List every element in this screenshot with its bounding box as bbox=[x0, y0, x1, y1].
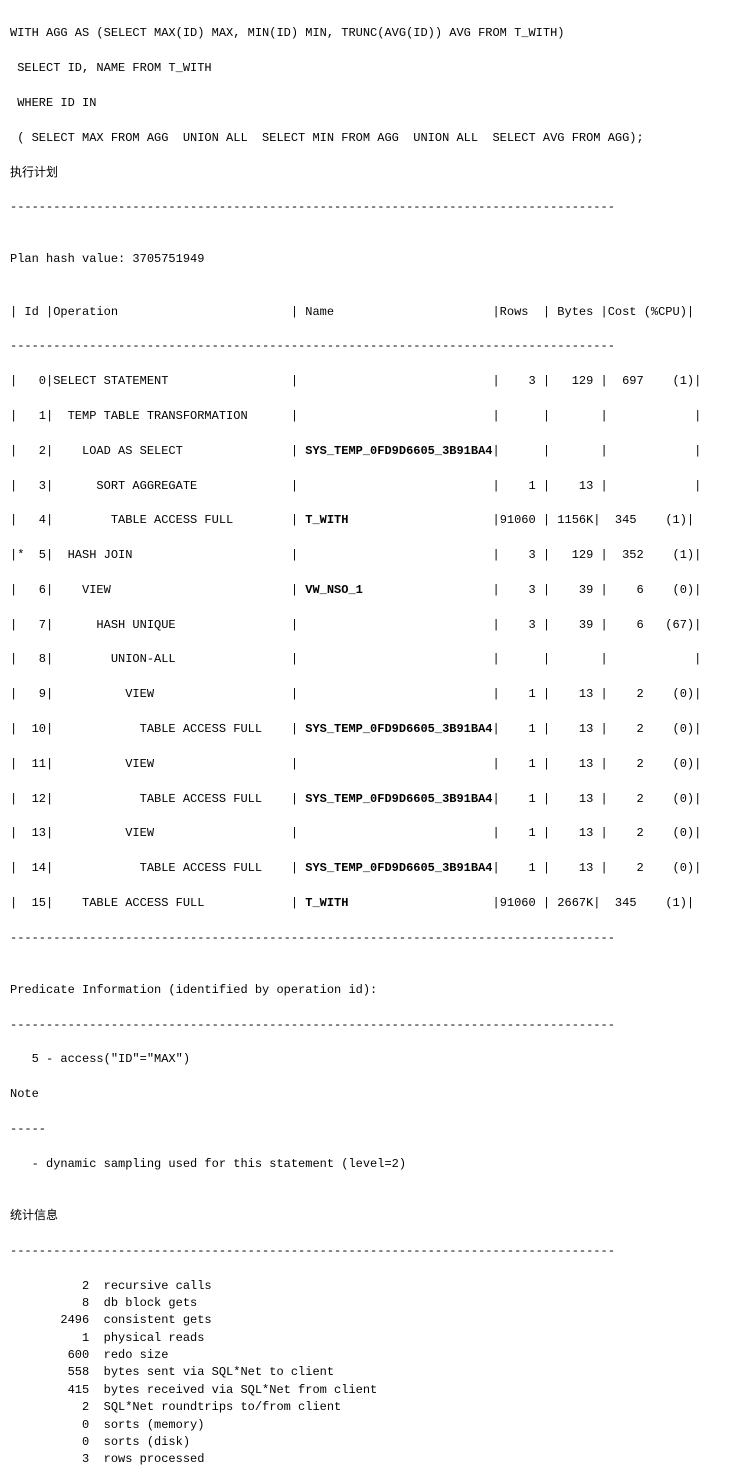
table-row-3: | 3| SORT AGGREGATE | | 1 | 13 | | bbox=[10, 479, 701, 493]
stats-header: 统计信息 bbox=[10, 1209, 58, 1223]
stats-divider: ----------------------------------------… bbox=[10, 1244, 615, 1258]
main-content: WITH AGG AS (SELECT MAX(ID) MAX, MIN(ID)… bbox=[10, 8, 724, 1469]
plan-hash: Plan hash value: 3705751949 bbox=[10, 252, 204, 266]
stats-rows: 2 recursive calls 8 db block gets 2496 c… bbox=[10, 1279, 377, 1467]
table-row-2: | 2| LOAD AS SELECT | SYS_TEMP_0FD9D6605… bbox=[10, 444, 701, 458]
note-line1: - dynamic sampling used for this stateme… bbox=[10, 1157, 406, 1171]
sql-line3: WHERE ID IN bbox=[10, 96, 96, 110]
divider-table-end: ----------------------------------------… bbox=[10, 931, 615, 945]
note-header: Note bbox=[10, 1087, 39, 1101]
table-row-7: | 7| HASH UNIQUE | | 3 | 39 | 6 (67)| bbox=[10, 618, 701, 632]
table-row-6: | 6| VIEW | VW_NSO_1 | 3 | 39 | 6 (0)| bbox=[10, 583, 701, 597]
table-row-9: | 9| VIEW | | 1 | 13 | 2 (0)| bbox=[10, 687, 701, 701]
predicate-line1: 5 - access("ID"="MAX") bbox=[10, 1052, 190, 1066]
table-row-12: | 12| TABLE ACCESS FULL | SYS_TEMP_0FD9D… bbox=[10, 792, 701, 806]
table-header: | Id |Operation | Name |Rows | Bytes |Co… bbox=[10, 305, 694, 319]
section-label-execution: 执行计划 bbox=[10, 166, 58, 180]
table-row-1: | 1| TEMP TABLE TRANSFORMATION | | | | | bbox=[10, 409, 701, 423]
table-row-4: | 4| TABLE ACCESS FULL | T_WITH |91060 |… bbox=[10, 513, 694, 527]
predicate-divider: ----------------------------------------… bbox=[10, 1018, 615, 1032]
divider-header: ----------------------------------------… bbox=[10, 339, 615, 353]
table-row-13: | 13| VIEW | | 1 | 13 | 2 (0)| bbox=[10, 826, 701, 840]
table-row-5: |* 5| HASH JOIN | | 3 | 129 | 352 (1)| bbox=[10, 548, 701, 562]
table-row-8: | 8| UNION-ALL | | | | | bbox=[10, 652, 701, 666]
sql-line2: SELECT ID, NAME FROM T_WITH bbox=[10, 61, 212, 75]
sql-line1: WITH AGG AS (SELECT MAX(ID) MAX, MIN(ID)… bbox=[10, 26, 565, 40]
predicate-header: Predicate Information (identified by ope… bbox=[10, 983, 377, 997]
table-row-10: | 10| TABLE ACCESS FULL | SYS_TEMP_0FD9D… bbox=[10, 722, 701, 736]
divider-top: ----------------------------------------… bbox=[10, 200, 615, 214]
table-row-14: | 14| TABLE ACCESS FULL | SYS_TEMP_0FD9D… bbox=[10, 861, 701, 875]
table-row-0: | 0|SELECT STATEMENT | | 3 | 129 | 697 (… bbox=[10, 374, 701, 388]
sql-line4: ( SELECT MAX FROM AGG UNION ALL SELECT M… bbox=[10, 131, 644, 145]
table-row-11: | 11| VIEW | | 1 | 13 | 2 (0)| bbox=[10, 757, 701, 771]
table-row-15: | 15| TABLE ACCESS FULL | T_WITH |91060 … bbox=[10, 896, 694, 910]
note-divider: ----- bbox=[10, 1122, 46, 1136]
